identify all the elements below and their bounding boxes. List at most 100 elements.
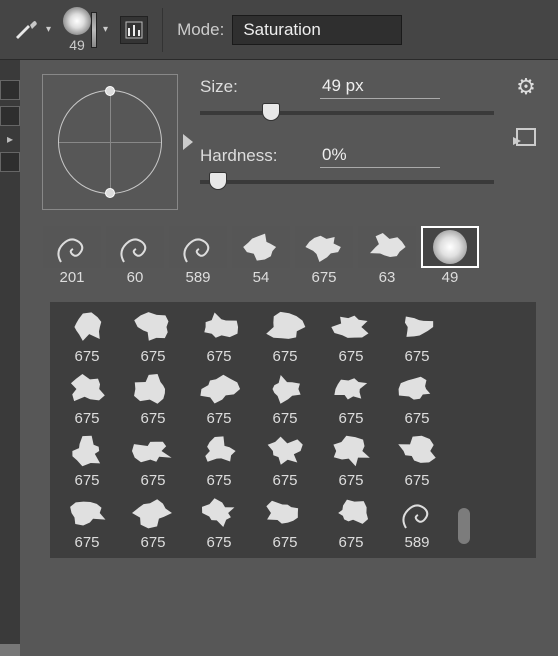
brush-grid-item[interactable]: 675 bbox=[186, 430, 252, 492]
roundness-handle[interactable] bbox=[105, 188, 115, 198]
scrollbar[interactable] bbox=[458, 306, 472, 554]
brush-thumb-splat bbox=[390, 432, 444, 470]
brush-size-label: 675 bbox=[74, 534, 99, 551]
rail-cell bbox=[0, 644, 20, 656]
brush-size-label: 675 bbox=[206, 410, 231, 427]
roundness-handle[interactable] bbox=[105, 86, 115, 96]
brush-size-label: 589 bbox=[404, 534, 429, 551]
recent-brush-item[interactable]: 201 bbox=[42, 226, 102, 286]
hardness-label: Hardness: bbox=[200, 146, 300, 166]
hardness-value[interactable]: 0% bbox=[320, 143, 440, 168]
brush-angle-control[interactable] bbox=[42, 74, 178, 210]
brush-settings: Size: 49 px Hardness: 0% ⚙ bbox=[20, 60, 558, 220]
brush-grid-item[interactable]: 675 bbox=[384, 306, 450, 368]
brush-grid-item[interactable]: 675 bbox=[120, 306, 186, 368]
brush-size-label: 675 bbox=[206, 472, 231, 489]
brush-size-label: 675 bbox=[338, 472, 363, 489]
brush-size-label: 675 bbox=[338, 534, 363, 551]
brush-grid-item[interactable]: 675 bbox=[318, 492, 384, 554]
brush-grid-item[interactable]: 675 bbox=[318, 430, 384, 492]
brush-grid-item[interactable]: 675 bbox=[54, 430, 120, 492]
brush-grid-item[interactable]: 589 bbox=[384, 492, 450, 554]
blend-mode-dropdown[interactable]: Saturation bbox=[232, 15, 402, 45]
brush-size-label: 675 bbox=[206, 534, 231, 551]
recent-brush-item[interactable]: 589 bbox=[168, 226, 228, 286]
brush-grid-item[interactable]: 675 bbox=[186, 368, 252, 430]
brush-thumb-splat bbox=[258, 432, 312, 470]
brush-grid: 6756756756756756756756756756756756756756… bbox=[54, 306, 450, 554]
slider-thumb[interactable] bbox=[262, 103, 280, 121]
separator bbox=[162, 8, 163, 52]
brush-grid-item[interactable]: 675 bbox=[54, 306, 120, 368]
brush-size-label: 60 bbox=[127, 269, 144, 286]
rail-cell[interactable] bbox=[0, 80, 20, 100]
brush-grid-item[interactable]: 675 bbox=[252, 306, 318, 368]
brush-grid-item[interactable]: 675 bbox=[252, 368, 318, 430]
brush-grid-item[interactable]: 675 bbox=[120, 430, 186, 492]
scrollbar-thumb[interactable] bbox=[458, 508, 470, 544]
brush-panel-toggle[interactable] bbox=[120, 16, 148, 44]
rail-cell[interactable] bbox=[0, 106, 20, 126]
brush-size-readout: 49 bbox=[69, 37, 85, 53]
tool-selector[interactable]: ▾ bbox=[10, 15, 55, 45]
brush-grid-item[interactable]: 675 bbox=[318, 368, 384, 430]
brush-grid-item[interactable]: 675 bbox=[252, 492, 318, 554]
recent-brush-item[interactable]: 54 bbox=[231, 226, 291, 286]
brush-size-label: 201 bbox=[59, 269, 84, 286]
brush-grid-item[interactable]: 675 bbox=[120, 492, 186, 554]
flyout-arrow-icon[interactable]: ▸ bbox=[0, 132, 20, 146]
brush-thumb-splat bbox=[126, 308, 180, 346]
brush-thumb-splat bbox=[390, 370, 444, 408]
brush-thumb-splat bbox=[360, 228, 414, 266]
size-value[interactable]: 49 px bbox=[320, 74, 440, 99]
brush-grid-item[interactable]: 675 bbox=[186, 306, 252, 368]
brush-thumb-splat bbox=[297, 228, 351, 266]
new-preset-icon[interactable] bbox=[516, 128, 536, 146]
brush-thumb-swirl bbox=[51, 228, 93, 266]
brush-size-label: 63 bbox=[379, 269, 396, 286]
brush-grid-item[interactable]: 675 bbox=[252, 430, 318, 492]
recent-brush-item[interactable]: 60 bbox=[105, 226, 165, 286]
brush-grid-item[interactable]: 675 bbox=[120, 368, 186, 430]
gear-icon[interactable]: ⚙ bbox=[516, 74, 536, 100]
brush-thumb-splat bbox=[324, 308, 378, 346]
brush-size-label: 675 bbox=[338, 348, 363, 365]
brush-grid-item[interactable]: 675 bbox=[384, 430, 450, 492]
brush-grid-item[interactable]: 675 bbox=[318, 306, 384, 368]
brush-tool-icon bbox=[10, 15, 40, 45]
brush-size-label: 675 bbox=[74, 348, 99, 365]
brush-thumb-splat bbox=[258, 370, 312, 408]
brush-thumb-splat bbox=[192, 370, 246, 408]
brush-thumb-splat bbox=[234, 228, 288, 266]
brush-size-label: 675 bbox=[404, 410, 429, 427]
recent-brush-item[interactable]: 675 bbox=[294, 226, 354, 286]
brush-size-label: 675 bbox=[140, 348, 165, 365]
recent-brush-item[interactable]: 49 bbox=[420, 226, 480, 286]
brush-thumb-splat bbox=[192, 494, 246, 532]
brush-size-label: 675 bbox=[404, 348, 429, 365]
brush-grid-item[interactable]: 675 bbox=[186, 492, 252, 554]
angle-arrow-icon[interactable] bbox=[183, 134, 193, 150]
brush-grid-item[interactable]: 675 bbox=[54, 492, 120, 554]
brush-thumb-splat bbox=[390, 308, 444, 346]
brush-size-label: 675 bbox=[74, 410, 99, 427]
brush-grid-item[interactable]: 675 bbox=[54, 368, 120, 430]
options-bar: ▾ 49 ▾ Mode: Saturation bbox=[0, 0, 558, 60]
blend-mode-group: Mode: Saturation bbox=[177, 15, 402, 45]
brush-thumb-splat bbox=[192, 432, 246, 470]
slider-thumb[interactable] bbox=[209, 172, 227, 190]
brush-thumb-splat bbox=[324, 494, 378, 532]
size-slider[interactable] bbox=[200, 111, 494, 115]
brush-size-label: 675 bbox=[272, 534, 297, 551]
size-label: Size: bbox=[200, 77, 300, 97]
brush-preview[interactable]: 49 ▾ bbox=[63, 7, 112, 53]
left-rail: ▸ bbox=[0, 60, 20, 656]
recent-brush-item[interactable]: 63 bbox=[357, 226, 417, 286]
rail-cell[interactable] bbox=[0, 152, 20, 172]
chevron-down-icon[interactable]: ▾ bbox=[42, 24, 55, 35]
brush-grid-item[interactable]: 675 bbox=[384, 368, 450, 430]
hardness-slider[interactable] bbox=[200, 180, 494, 184]
brush-thumb-splat bbox=[60, 370, 114, 408]
brush-thumb-swirl bbox=[177, 228, 219, 266]
chevron-down-icon[interactable]: ▾ bbox=[99, 24, 112, 35]
